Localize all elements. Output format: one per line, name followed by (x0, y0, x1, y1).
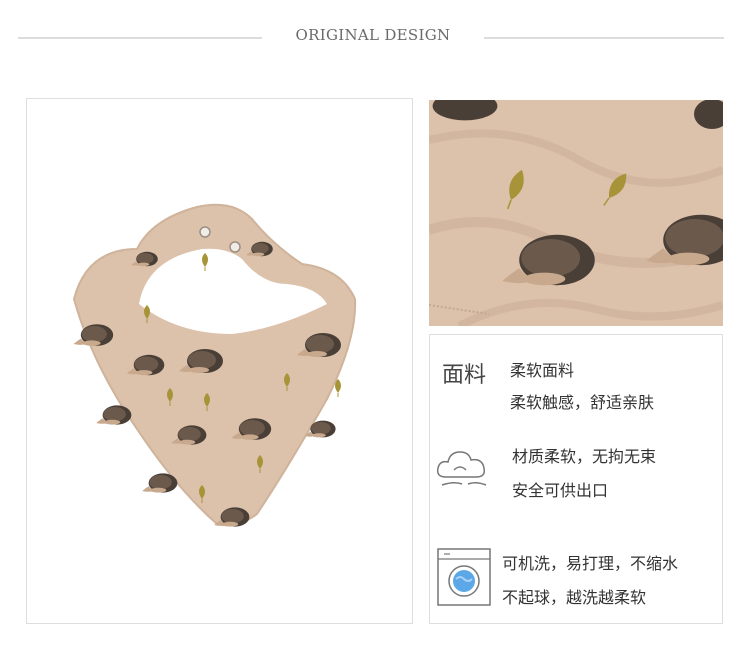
washing-machine-icon (436, 547, 492, 611)
features-panel: 面料 柔软面料 柔软触感，舒适亲肤 材质柔软，无拘无束 安全可供出口 可机洗，易… (429, 334, 723, 624)
section-header: ORIGINAL DESIGN (0, 0, 750, 80)
feature-washing-line2: 不起球，越洗越柔软 (502, 588, 647, 607)
cloud-icon (434, 443, 492, 495)
feature-material-line2: 安全可供出口 (512, 481, 609, 500)
fabric-closeup-image (429, 100, 723, 326)
section-title: ORIGINAL DESIGN (295, 26, 451, 44)
feature-washing-line1: 可机洗，易打理，不缩水 (502, 554, 679, 573)
feature-material-line1: 材质柔软，无拘无束 (512, 447, 657, 466)
feature-fabric-line1: 柔软面料 (510, 361, 575, 380)
header-divider-right (484, 37, 724, 39)
feature-fabric-line2: 柔软触感，舒适亲肤 (510, 393, 655, 412)
fabric-texture (429, 100, 723, 326)
bib-image (72, 203, 357, 527)
feature-heading: 面料 (442, 363, 487, 388)
header-divider-left (18, 37, 262, 39)
product-image-panel (26, 98, 413, 624)
